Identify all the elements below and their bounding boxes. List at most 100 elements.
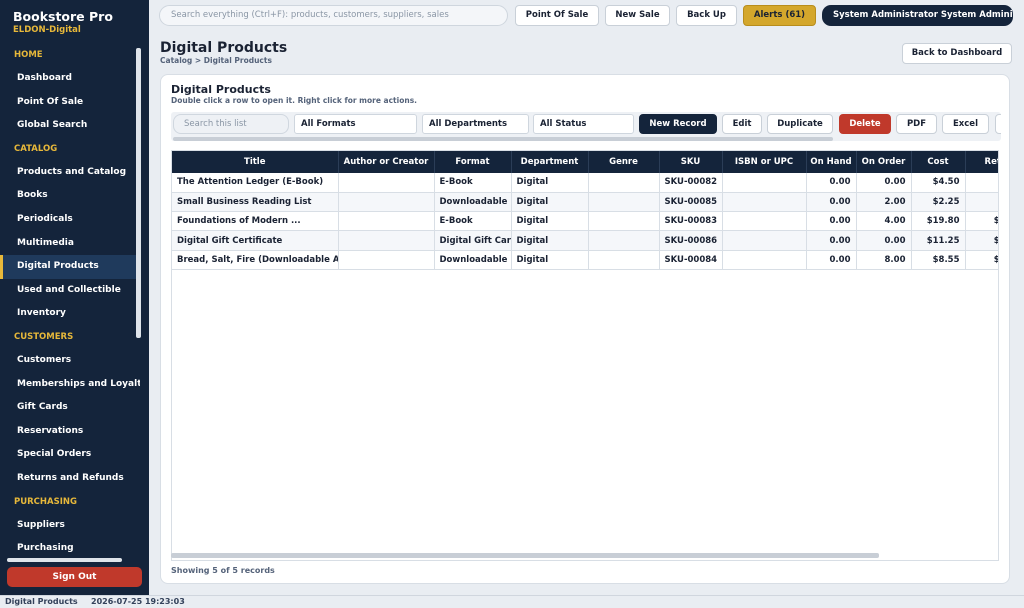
table-cell: Digital — [511, 173, 589, 193]
table-cell: $11.25 — [911, 230, 966, 251]
sidebar-item-multimedia[interactable]: Multimedia — [0, 232, 140, 256]
format-filter-select[interactable]: All Formats — [294, 114, 417, 134]
column-header-retail[interactable]: Retail — [965, 151, 998, 173]
table-cell — [338, 250, 435, 270]
column-header-isbn-or-upc[interactable]: ISBN or UPC — [722, 151, 807, 173]
table-cell: Digital — [511, 211, 589, 232]
status-datetime: 2026-07-25 19:23:03 — [91, 597, 185, 606]
column-header-on-hand[interactable]: On Hand — [806, 151, 857, 173]
column-header-title[interactable]: Title — [172, 151, 339, 173]
table-cell — [588, 173, 660, 193]
status-bar: Digital Products 2026-07-25 19:23:03 — [0, 595, 1024, 608]
table-cell: 0.00 — [806, 250, 857, 270]
column-header-department[interactable]: Department — [511, 151, 589, 173]
sidebar-item-customers[interactable]: Customers — [0, 349, 140, 373]
table-cell — [722, 173, 807, 193]
alerts-button[interactable]: Alerts (61) — [743, 5, 816, 26]
table-cell: $8.55 — [911, 250, 966, 270]
department-filter-select[interactable]: All Departments — [422, 114, 529, 134]
table-cell: Downloadable — [434, 250, 512, 270]
table-cell: Digital — [511, 250, 589, 270]
sidebar-item-books[interactable]: Books — [0, 184, 140, 208]
table-cell — [338, 192, 435, 213]
app-title: Bookstore Pro — [13, 9, 113, 24]
sidebar-nav: HOME Dashboard Point Of Sale Global Search C… — [0, 44, 140, 584]
list-search-input[interactable]: Search this list — [173, 114, 289, 134]
table-cell: Digital — [511, 192, 589, 213]
table-row[interactable]: Foundations of Modern ... E-Book Digital SK… — [172, 211, 998, 232]
table-cell: Bread, Salt, Fire (Downloadable Audioboo… — [172, 250, 339, 270]
sidebar-item-dashboard[interactable]: Dashboard — [0, 67, 140, 91]
back-up-button[interactable]: Back Up — [676, 5, 737, 26]
table-row[interactable]: Bread, Salt, Fire (Downloadable Audioboo… — [172, 250, 998, 270]
table-cell: $19.80 — [911, 211, 966, 232]
table-row[interactable]: Digital Gift Certificate Digital Gift Car… — [172, 230, 998, 251]
column-header-sku[interactable]: SKU — [659, 151, 723, 173]
new-record-button[interactable]: New Record — [639, 114, 717, 134]
user-menu-button[interactable]: System Administrator System Administrato… — [822, 5, 1013, 26]
global-search-input[interactable]: Search everything (Ctrl+F): products, cu… — [159, 5, 508, 26]
excel-export-button[interactable]: Excel — [942, 114, 989, 134]
table-cell: 0.00 — [806, 173, 857, 193]
table-cell — [588, 192, 660, 213]
sidebar-section-catalog: CATALOG — [14, 143, 58, 154]
table-cell: SKU-00082 — [659, 173, 723, 193]
table-horizontal-scrollbar[interactable] — [171, 553, 879, 558]
pdf-export-button[interactable]: PDF — [896, 114, 937, 134]
list-card: Digital Products Double click a row to o… — [160, 74, 1010, 584]
sidebar-item-products-and-catalog[interactable]: Products and Catalog — [0, 161, 140, 185]
table-cell: The Attention Ledger (E-Book) — [172, 173, 339, 193]
sidebar-item-gift-cards[interactable]: Gift Cards — [0, 396, 140, 420]
sidebar-section-purchasing: PURCHASING — [14, 496, 77, 507]
table-cell: Digital Gift Certificate — [172, 230, 339, 251]
table-cell: 0.00 — [856, 173, 912, 193]
sidebar-item-periodicals[interactable]: Periodicals — [0, 208, 140, 232]
column-header-format[interactable]: Format — [434, 151, 512, 173]
table-cell: E-Book — [434, 173, 512, 193]
status-view-name: Digital Products — [5, 597, 78, 606]
sidebar-item-global-search[interactable]: Global Search — [0, 114, 140, 138]
table-cell — [588, 211, 660, 232]
column-header-cost[interactable]: Cost — [911, 151, 966, 173]
more-actions-button[interactable] — [995, 114, 1001, 134]
table-row[interactable]: The Attention Ledger (E-Book) E-Book Digit… — [172, 173, 998, 193]
table-row[interactable]: Small Business Reading List Downloadable D… — [172, 192, 998, 213]
sidebar-item-point-of-sale[interactable]: Point Of Sale — [0, 91, 140, 115]
card-title: Digital Products — [171, 83, 271, 96]
duplicate-button[interactable]: Duplicate — [767, 114, 833, 134]
sidebar-item-special-orders[interactable]: Special Orders — [0, 443, 140, 467]
edit-button[interactable]: Edit — [722, 114, 762, 134]
column-header-author-or-creator[interactable]: Author or Creator — [338, 151, 435, 173]
toolbar-scrollbar[interactable] — [173, 137, 833, 141]
table-cell: $9.99 — [965, 173, 998, 193]
sidebar-item-reservations[interactable]: Reservations — [0, 420, 140, 444]
sidebar-item-digital-products[interactable]: Digital Products — [0, 255, 140, 279]
breadcrumb[interactable]: Catalog > Digital Products — [160, 56, 272, 65]
sidebar-item-suppliers[interactable]: Suppliers — [0, 514, 140, 538]
sidebar-item-inventory[interactable]: Inventory — [0, 302, 140, 326]
sidebar-item-memberships-and-loyalty[interactable]: Memberships and Loyalty — [0, 373, 140, 397]
table-cell — [722, 230, 807, 251]
table-cell: Digital Gift Card — [434, 230, 512, 251]
column-header-on-order[interactable]: On Order — [856, 151, 912, 173]
sidebar-item-returns-and-refunds[interactable]: Returns and Refunds — [0, 467, 140, 491]
table-cell: $4.50 — [911, 173, 966, 193]
table-cell: $44.00 — [965, 211, 998, 232]
record-count: Showing 5 of 5 records — [171, 566, 275, 575]
sidebar-horizontal-scrollbar[interactable] — [7, 558, 122, 562]
status-filter-select[interactable]: All Status — [533, 114, 634, 134]
point-of-sale-button[interactable]: Point Of Sale — [515, 5, 599, 26]
sidebar-item-used-and-collectible[interactable]: Used and Collectible — [0, 279, 140, 303]
page-title: Digital Products — [160, 40, 288, 56]
new-sale-button[interactable]: New Sale — [605, 5, 670, 26]
sidebar-scrollbar[interactable] — [136, 48, 141, 338]
table-cell: 2.00 — [856, 192, 912, 213]
table-cell: Digital — [511, 230, 589, 251]
table-cell: 8.00 — [856, 250, 912, 270]
column-header-genre[interactable]: Genre — [588, 151, 660, 173]
back-to-dashboard-button[interactable]: Back to Dashboard — [902, 43, 1012, 64]
sign-out-button[interactable]: Sign Out — [7, 567, 142, 587]
table-cell: $2.25 — [911, 192, 966, 213]
delete-button[interactable]: Delete — [839, 114, 891, 134]
table-cell — [722, 211, 807, 232]
